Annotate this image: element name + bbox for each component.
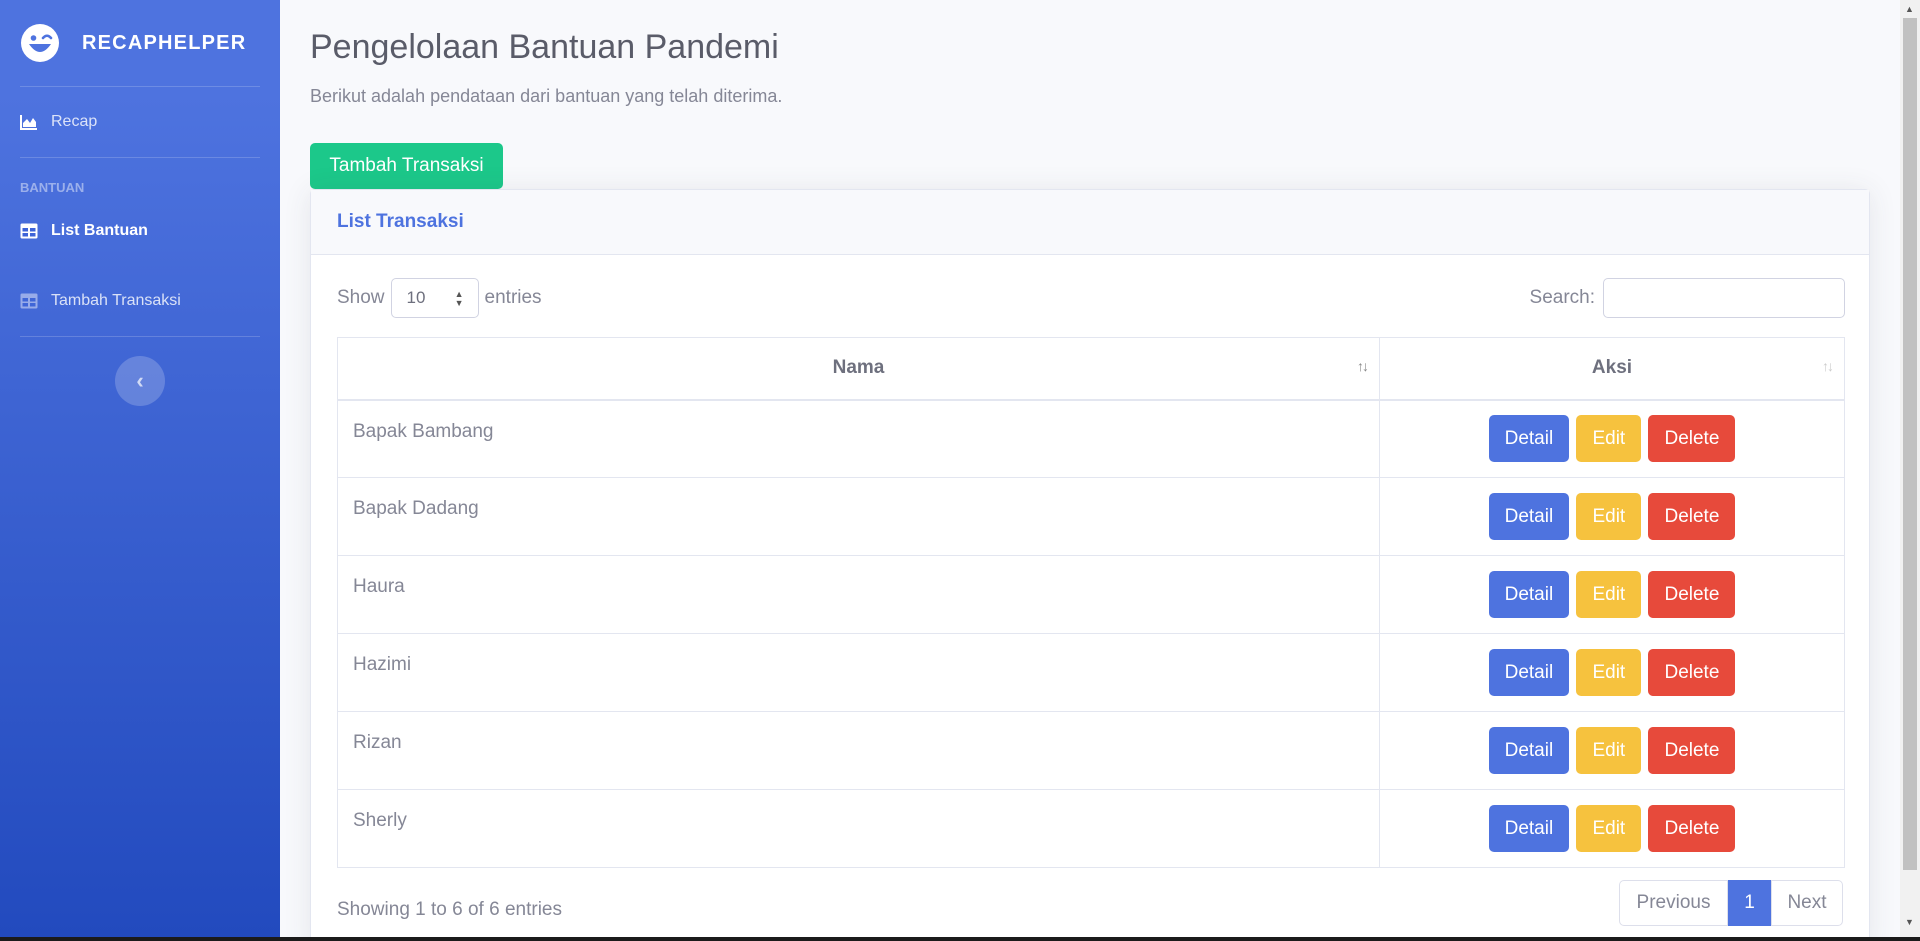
edit-button[interactable]: Edit (1576, 805, 1642, 852)
sidebar-divider (20, 336, 260, 337)
table-row: Sherly Detail Edit Delete (337, 789, 1845, 868)
cell-aksi: Detail Edit Delete (1379, 711, 1845, 790)
delete-button[interactable]: Delete (1648, 415, 1736, 463)
detail-button[interactable]: Detail (1488, 493, 1570, 540)
table-row: Bapak Dadang Detail Edit Delete (337, 477, 1845, 556)
table-icon (20, 293, 38, 309)
cell-nama: Hazimi (337, 633, 1380, 712)
detail-button[interactable]: Detail (1488, 805, 1570, 852)
search-label: Search: (1529, 287, 1595, 308)
page-scrollbar[interactable]: ▲ ▼ (1900, 0, 1920, 941)
edit-button[interactable]: Edit (1576, 727, 1642, 774)
pagination: Previous 1 Next (1619, 880, 1843, 926)
card-title: List Transaksi (337, 211, 464, 232)
pagination-page-1[interactable]: 1 (1728, 880, 1771, 926)
page-title: Pengelolaan Bantuan Pandemi (310, 28, 779, 66)
pagination-next[interactable]: Next (1771, 880, 1843, 926)
table-icon (20, 223, 38, 239)
table-header-row: Nama ↑↓ Aksi ↑↓ (337, 337, 1845, 401)
table-search: Search: (1530, 278, 1845, 318)
cell-nama: Sherly (337, 789, 1380, 868)
edit-button[interactable]: Edit (1576, 493, 1642, 540)
sort-updown-icon: ▲ ▼ (454, 289, 464, 308)
edit-button[interactable]: Edit (1576, 415, 1642, 463)
sidebar-toggle-button[interactable]: ‹ (115, 356, 165, 406)
cell-aksi: Detail Edit Delete (1379, 399, 1845, 478)
delete-button[interactable]: Delete (1648, 571, 1736, 618)
scroll-down-arrow-icon[interactable]: ▼ (1905, 917, 1914, 927)
laugh-wink-icon (21, 24, 59, 62)
search-input[interactable] (1603, 278, 1845, 318)
sidebar-item-list-bantuan[interactable]: List Bantuan (0, 196, 280, 266)
card-header: List Transaksi (311, 190, 1869, 255)
table-row: Hazimi Detail Edit Delete (337, 633, 1845, 712)
cell-nama: Haura (337, 555, 1380, 634)
delete-button[interactable]: Delete (1648, 649, 1736, 696)
transactions-card: List Transaksi Show 10 ▲ ▼ entries Search… (310, 189, 1870, 941)
brand-name: RECAPHELPER (82, 31, 247, 54)
column-label: Aksi (1591, 357, 1633, 379)
table-row: Haura Detail Edit Delete (337, 555, 1845, 634)
sidebar-item-recap[interactable]: Recap (0, 87, 280, 157)
sidebar-item-label: Recap (51, 113, 98, 130)
column-label: Nama (832, 357, 885, 379)
table-info: Showing 1 to 6 of 6 entries (337, 899, 562, 920)
delete-button[interactable]: Delete (1648, 493, 1736, 540)
cell-aksi: Detail Edit Delete (1379, 555, 1845, 634)
detail-button[interactable]: Detail (1488, 415, 1570, 463)
sidebar-brand[interactable]: RECAPHELPER (0, 0, 280, 86)
detail-button[interactable]: Detail (1488, 727, 1570, 774)
cell-nama: Bapak Dadang (337, 477, 1380, 556)
sidebar-item-label: List Bantuan (51, 222, 148, 239)
show-label: Show (337, 287, 385, 308)
table-row: Rizan Detail Edit Delete (337, 711, 1845, 790)
sidebar-heading: BANTUAN (20, 180, 85, 195)
taskbar-strip (0, 937, 1920, 941)
cell-nama: Bapak Bambang (337, 399, 1380, 478)
cell-nama: Rizan (337, 711, 1380, 790)
sort-icon: ↑↓ (1822, 358, 1834, 374)
delete-button[interactable]: Delete (1648, 727, 1736, 774)
table-row: Bapak Bambang Detail Edit Delete (337, 399, 1845, 478)
entries-length: Show 10 ▲ ▼ entries (337, 278, 542, 318)
sidebar-item-tambah-transaksi[interactable]: Tambah Transaksi (0, 266, 280, 336)
scrollbar-thumb[interactable] (1903, 18, 1917, 870)
main-content: Pengelolaan Bantuan Pandemi Berikut adal… (280, 0, 1900, 941)
sidebar-item-label: Tambah Transaksi (51, 292, 181, 309)
cell-aksi: Detail Edit Delete (1379, 477, 1845, 556)
chart-area-icon (20, 115, 37, 130)
transactions-table: Nama ↑↓ Aksi ↑↓ Bapak Bambang Detail Edi… (337, 337, 1845, 868)
sidebar: RECAPHELPER Recap BANTUAN List Bantuan T… (0, 0, 280, 941)
edit-button[interactable]: Edit (1576, 649, 1642, 696)
detail-button[interactable]: Detail (1488, 571, 1570, 618)
chevron-left-icon: ‹ (136, 368, 144, 393)
sort-icon: ↑↓ (1357, 358, 1369, 374)
detail-button[interactable]: Detail (1488, 649, 1570, 696)
entries-value: 10 (406, 288, 426, 307)
column-header-nama[interactable]: Nama ↑↓ (337, 337, 1380, 401)
edit-button[interactable]: Edit (1576, 571, 1642, 618)
entries-select[interactable]: 10 ▲ ▼ (390, 278, 479, 318)
table-controls: Show 10 ▲ ▼ entries Search: (337, 278, 1845, 318)
add-transaction-button[interactable]: Tambah Transaksi (310, 143, 503, 189)
entries-label: entries (484, 287, 542, 308)
pagination-previous[interactable]: Previous (1619, 880, 1728, 926)
scroll-up-arrow-icon[interactable]: ▲ (1905, 4, 1914, 14)
page-subtitle: Berikut adalah pendataan dari bantuan ya… (310, 86, 783, 106)
cell-aksi: Detail Edit Delete (1379, 789, 1845, 868)
cell-aksi: Detail Edit Delete (1379, 633, 1845, 712)
delete-button[interactable]: Delete (1648, 805, 1736, 852)
column-header-aksi[interactable]: Aksi ↑↓ (1379, 337, 1845, 401)
